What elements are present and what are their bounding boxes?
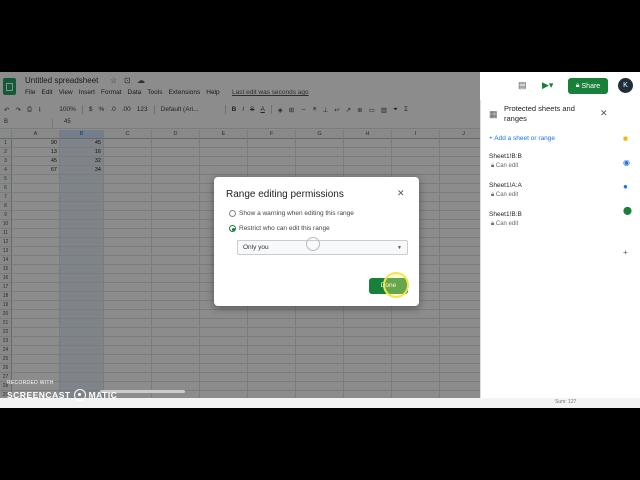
protected-range-item[interactable]: Sheet1!A:A	[489, 182, 522, 189]
add-range-link[interactable]: + Add a sheet or range	[489, 135, 555, 142]
panel-title: Protected sheets and ranges	[504, 104, 575, 123]
cursor-highlight-icon	[383, 272, 409, 298]
watermark-logo: SCREENCAST MATIC	[7, 389, 117, 401]
tasks-icon[interactable]: ◉	[623, 158, 630, 167]
maps-icon[interactable]: ⬤	[623, 206, 632, 215]
share-button[interactable]: 🔒︎ Share	[568, 78, 608, 94]
avatar[interactable]: K	[618, 78, 633, 93]
watermark-brand-left: SCREENCAST	[7, 390, 71, 400]
keep-icon[interactable]: ■	[623, 134, 628, 143]
protected-range-sub: 🔒︎ Can edit	[491, 221, 519, 227]
range-permission-label: Can edit	[495, 163, 519, 169]
warning-option-label: Show a warning when editing this range	[239, 210, 354, 217]
radio-button[interactable]	[229, 210, 236, 217]
protected-range-item[interactable]: Sheet1!B:B	[489, 211, 522, 218]
sum-indicator[interactable]: Sum: 127	[555, 399, 576, 405]
cursor-trail-icon	[306, 237, 320, 251]
screencast-logo-icon	[73, 389, 86, 401]
restrict-option-label: Restrict who can edit this range	[239, 225, 330, 232]
add-addon-icon[interactable]: +	[623, 248, 628, 257]
close-icon[interactable]: ✕	[600, 108, 608, 119]
contacts-icon[interactable]: ●	[623, 182, 628, 191]
lock-icon: 🔒︎	[575, 82, 580, 89]
protected-ranges-panel: ▦ Protected sheets and ranges ✕ + Add a …	[480, 100, 615, 408]
watermark-brand-right: MATIC	[88, 390, 118, 400]
warning-option[interactable]: Show a warning when editing this range	[229, 210, 354, 217]
protected-range-sub: 🔒︎ Can edit	[491, 163, 519, 169]
range-permission-label: Can edit	[495, 192, 519, 198]
table-icon: ▦	[489, 109, 498, 119]
restrict-option[interactable]: Restrict who can edit this range	[229, 225, 330, 232]
watermark-caption: RECORDED WITH	[7, 380, 54, 386]
chevron-down-icon: ▼	[397, 245, 402, 251]
protected-range-item[interactable]: Sheet1!B:B	[489, 153, 522, 160]
dialog-title: Range editing permissions	[226, 189, 344, 200]
side-rail: ■ ◉ ● ⬤ +	[614, 100, 640, 408]
radio-button-selected[interactable]	[229, 225, 236, 232]
meet-icon[interactable]: ▶▾	[542, 80, 553, 91]
share-label: Share	[581, 82, 601, 90]
comments-icon[interactable]: ▤	[518, 80, 527, 91]
protected-range-sub: 🔒︎ Can edit	[491, 192, 519, 198]
editor-select[interactable]: Only you	[237, 240, 408, 255]
close-icon[interactable]: ✕	[397, 188, 405, 199]
range-permission-label: Can edit	[495, 221, 519, 227]
